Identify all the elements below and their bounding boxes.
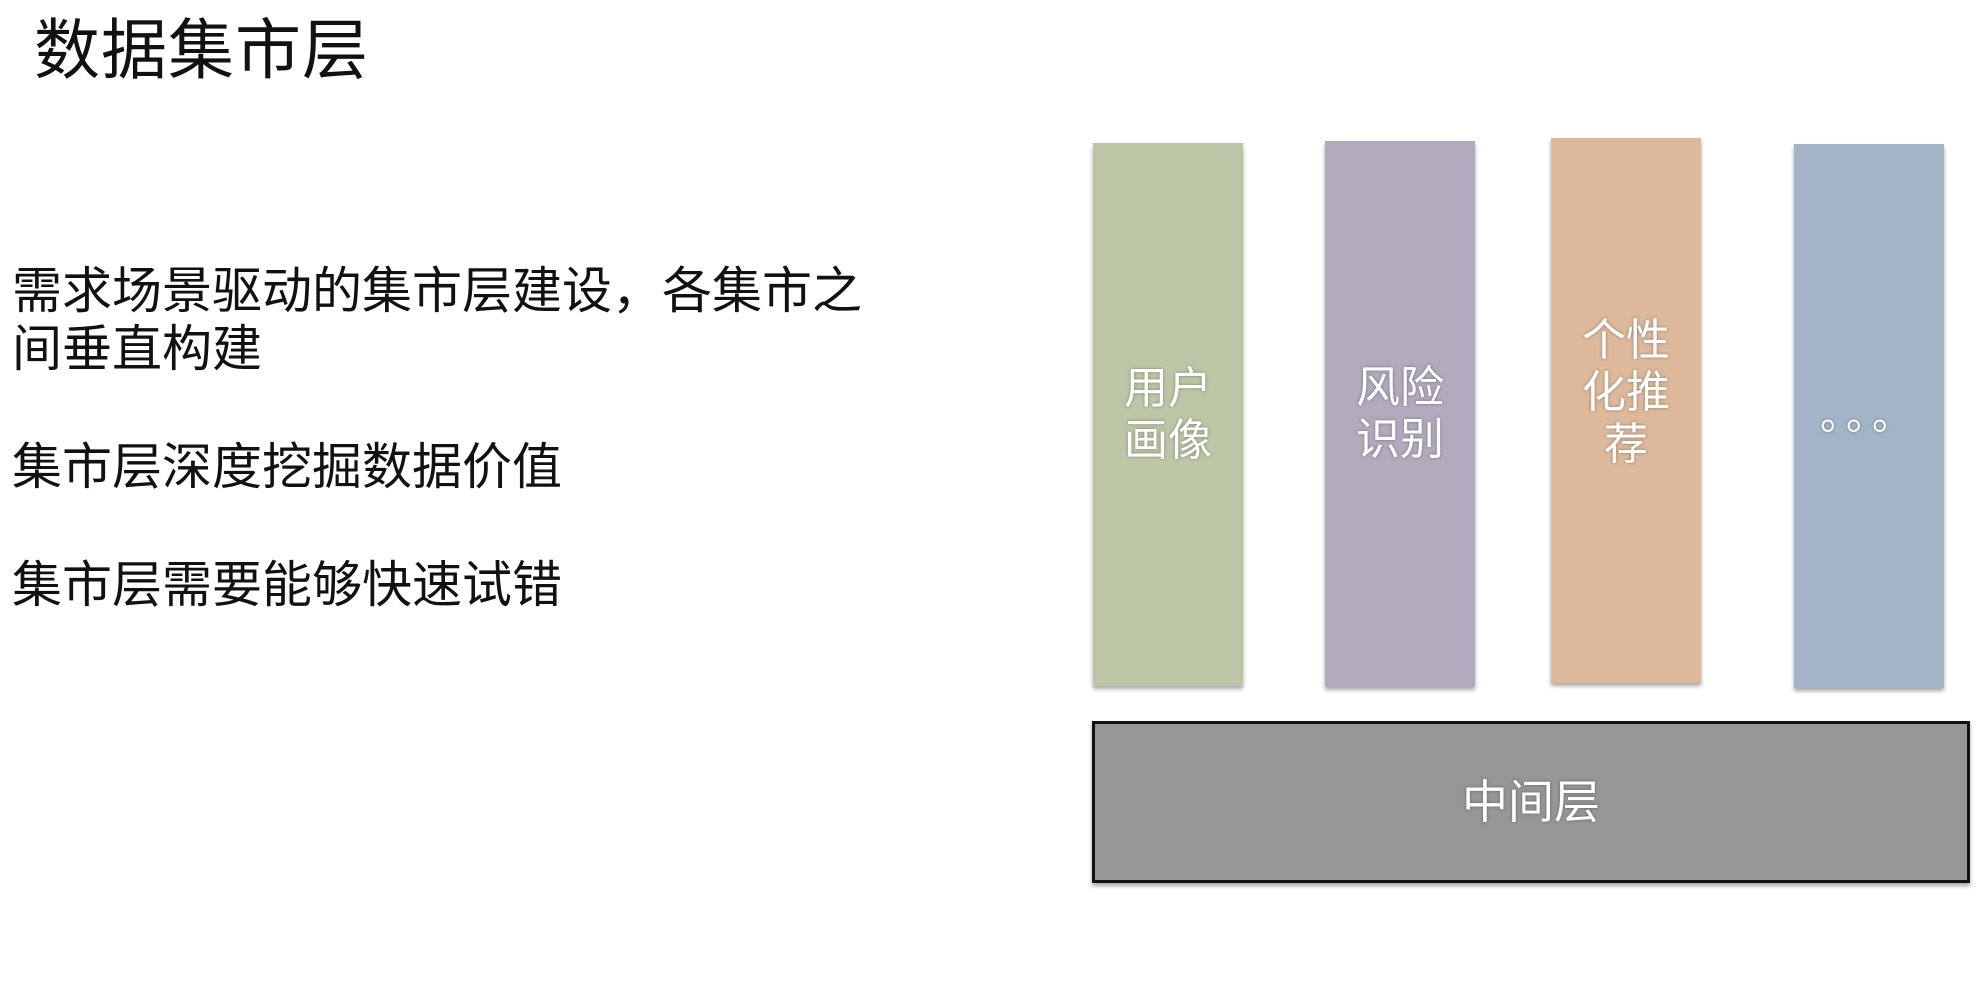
middle-layer-label: 中间层 bbox=[1462, 775, 1600, 829]
data-mart-diagram: 用户画像 风险识别 个性化推荐 。。。 中间层 bbox=[0, 0, 1982, 1006]
mart-more: 。。。 bbox=[1794, 144, 1944, 688]
mart-label: 。。。 bbox=[1820, 393, 1918, 439]
mart-label: 个性化推荐 bbox=[1582, 314, 1670, 470]
middle-layer-box: 中间层 bbox=[1092, 721, 1970, 883]
mart-personalized-recommendation: 个性化推荐 bbox=[1551, 138, 1701, 683]
mart-risk-identification: 风险识别 bbox=[1325, 141, 1475, 687]
mart-label: 用户画像 bbox=[1124, 362, 1212, 466]
mart-label: 风险识别 bbox=[1356, 362, 1444, 465]
mart-user-profile: 用户画像 bbox=[1093, 143, 1243, 686]
